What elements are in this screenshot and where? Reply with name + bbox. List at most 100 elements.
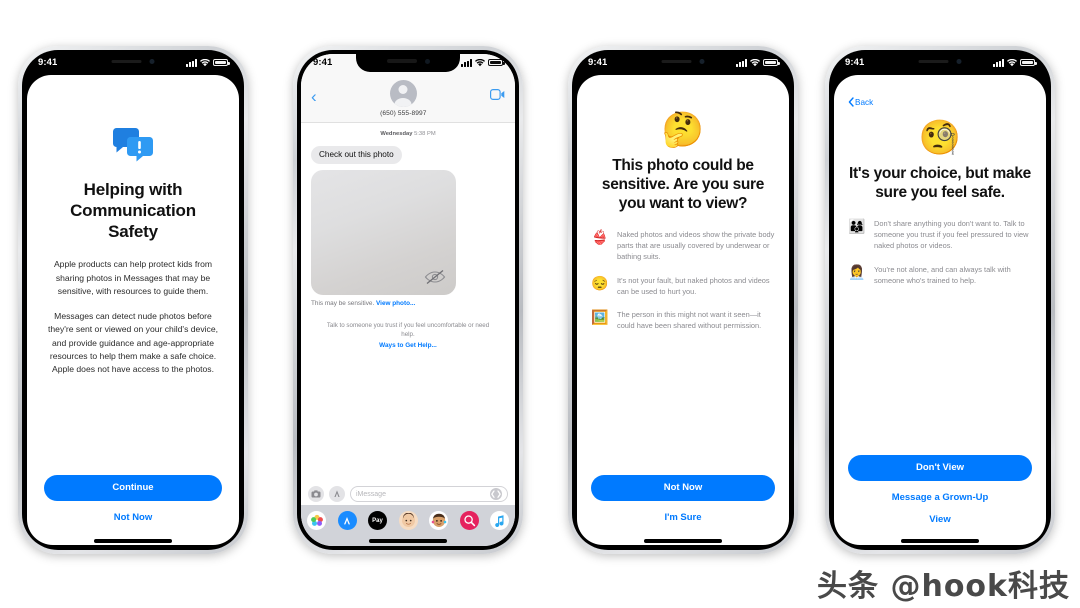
sensitive-label: This may be sensitive. <box>311 299 375 307</box>
cellular-bars-icon <box>461 59 472 67</box>
status-time: 9:41 <box>588 57 608 68</box>
list-item: 👙 Naked photos and videos show the priva… <box>591 228 775 263</box>
phone-body: 9:41 🤔 This photo could be sensitive. Ar… <box>572 50 794 550</box>
swimsuit-emoji: 👙 <box>591 228 609 245</box>
earpiece-and-camera <box>111 59 155 64</box>
list-item: 👩‍💼 You're not alone, and can always tal… <box>848 264 1032 287</box>
earpiece-and-camera <box>918 59 962 64</box>
cellular-bars-icon <box>186 59 197 67</box>
list-item: 😔 It's not your fault, but naked photos … <box>591 274 775 298</box>
battery-icon <box>213 58 230 67</box>
contact-info[interactable]: (650) 555-8997 <box>317 80 490 117</box>
phone-body: 9:41 Helping with Communication Safety A… <box>22 50 244 550</box>
home-indicator[interactable] <box>94 539 172 543</box>
home-indicator[interactable] <box>644 539 722 543</box>
home-indicator[interactable] <box>901 539 979 543</box>
screen-content: Helping with Communication Safety Apple … <box>27 75 239 545</box>
continue-button[interactable]: Continue <box>44 475 222 501</box>
status-time: 9:41 <box>845 57 865 68</box>
photos-app-icon[interactable] <box>307 511 326 530</box>
status-indicators <box>736 58 780 67</box>
screen-content: ‹ (650) 555-8997 Wednesday 5:38 PM Check… <box>301 54 515 546</box>
sensitive-notice: This may be sensitive. View photo... <box>311 300 505 307</box>
blurred-photo-attachment[interactable] <box>311 169 456 295</box>
helper-text: Talk to someone you trust if you feel un… <box>326 321 490 338</box>
music-app-icon[interactable] <box>490 511 509 530</box>
phone-choice: 9:41 Back 🧐 It's your choice, but make s… <box>825 46 1055 554</box>
not-now-button[interactable]: Not Now <box>591 475 775 501</box>
message-composer: iMessage ❮❯ <box>301 482 515 505</box>
back-button[interactable]: Back <box>848 97 1032 107</box>
timestamp-day: Wednesday <box>380 131 413 137</box>
day-timestamp: Wednesday 5:38 PM <box>311 131 505 137</box>
battery-icon <box>488 58 505 67</box>
memoji-stickers-app-icon[interactable] <box>429 511 448 530</box>
helper-block: Talk to someone you trust if you feel un… <box>311 321 505 350</box>
display-notch <box>356 50 460 72</box>
phone-body: ‹ (650) 555-8997 Wednesday 5:38 PM Check… <box>297 50 519 550</box>
app-store-icon[interactable] <box>329 486 345 502</box>
wifi-icon <box>200 58 210 67</box>
front-camera-icon <box>149 59 155 64</box>
phone-warning: 9:41 🤔 This photo could be sensitive. Ar… <box>568 46 798 554</box>
message-a-grown-up-button[interactable]: Message a Grown-Up <box>848 492 1032 503</box>
bullet-list: 👙 Naked photos and videos show the priva… <box>591 228 775 333</box>
ways-to-get-help-link[interactable]: Ways to Get Help... <box>311 342 505 349</box>
not-now-button[interactable]: Not Now <box>44 512 222 523</box>
list-item: 🖼️ The person in this might not want it … <box>591 310 775 332</box>
camera-icon[interactable] <box>308 486 324 502</box>
screen-content: Back 🧐 It's your choice, but make sure y… <box>834 75 1046 545</box>
speaker-grille-icon <box>111 59 142 64</box>
watermark: 头条 @hook科技 <box>817 569 1070 604</box>
memoji-app-icon[interactable] <box>398 511 418 530</box>
wifi-icon <box>475 58 485 67</box>
incoming-message-bubble: Check out this photo <box>311 145 402 164</box>
list-item-text: You're not alone, and can always talk wi… <box>874 264 1011 285</box>
home-indicator[interactable] <box>369 539 447 543</box>
status-indicators <box>993 58 1037 67</box>
status-indicators <box>186 58 230 67</box>
pensive-face-emoji: 😔 <box>591 274 609 291</box>
earpiece-and-camera <box>661 59 705 64</box>
wifi-icon <box>750 58 760 67</box>
front-camera-icon <box>424 58 430 64</box>
imessage-input[interactable]: iMessage ❮❯ <box>350 486 508 502</box>
message-thread: Wednesday 5:38 PM Check out this photo T… <box>301 123 515 482</box>
view-button[interactable]: View <box>848 514 1032 525</box>
front-camera-icon <box>956 59 962 64</box>
dont-view-button[interactable]: Don't View <box>848 455 1032 481</box>
thinking-face-emoji: 🤔 <box>661 111 705 149</box>
back-button-label: Back <box>855 97 874 107</box>
cellular-bars-icon <box>736 59 747 67</box>
images-search-app-icon[interactable] <box>459 511 479 530</box>
screen-content: 🤔 This photo could be sensitive. Are you… <box>577 75 789 545</box>
cellular-bars-icon <box>993 59 1004 67</box>
family-emoji: 👨‍👩‍👦 <box>848 217 866 234</box>
app-store-app-icon[interactable] <box>337 511 357 530</box>
messages-screen: ‹ (650) 555-8997 Wednesday 5:38 PM Check… <box>301 54 515 546</box>
im-sure-button[interactable]: I'm Sure <box>591 512 775 523</box>
battery-icon <box>1020 58 1037 67</box>
list-item-text: It's not your fault, but naked photos an… <box>617 275 770 296</box>
page-title: This photo could be sensitive. Are you s… <box>601 157 765 212</box>
page-title: Helping with Communication Safety <box>70 180 196 242</box>
wifi-icon <box>1007 58 1017 67</box>
video-camera-icon[interactable] <box>490 87 505 105</box>
imessage-placeholder: iMessage <box>356 490 386 498</box>
screenshot-stage: 9:41 Helping with Communication Safety A… <box>0 0 1080 608</box>
page-title: It's your choice, but make sure you feel… <box>849 165 1031 201</box>
timestamp-time: 5:38 PM <box>414 131 436 137</box>
monocle-face-emoji: 🧐 <box>918 119 962 157</box>
front-camera-icon <box>699 59 705 64</box>
status-time: 9:41 <box>38 57 58 68</box>
view-photo-link[interactable]: View photo... <box>376 300 415 307</box>
list-item-text: Don't share anything you don't want to. … <box>874 218 1029 250</box>
bullet-list: 👨‍👩‍👦 Don't share anything you don't wan… <box>848 217 1032 287</box>
apple-pay-app-icon[interactable]: Pay <box>368 511 387 530</box>
framed-picture-emoji: 🖼️ <box>591 309 609 326</box>
status-indicators <box>461 58 505 67</box>
audio-waveform-icon[interactable]: ❮❯ <box>490 488 502 500</box>
